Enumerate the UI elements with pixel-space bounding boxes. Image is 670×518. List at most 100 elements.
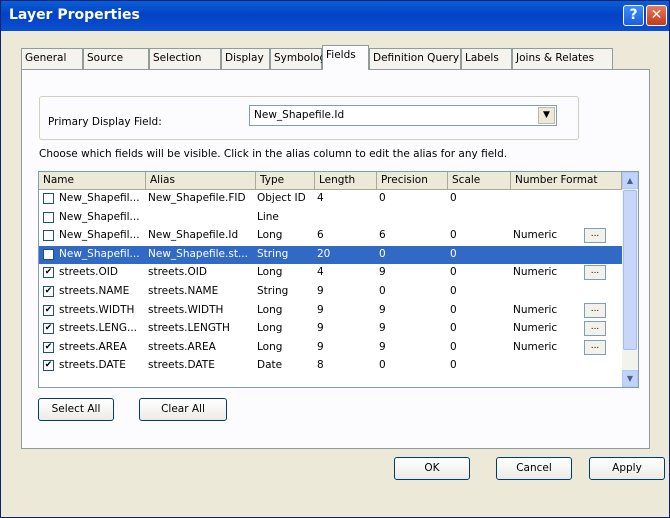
scroll-down-icon[interactable]: ▼ [622,370,638,387]
cell-type: Long [257,266,283,279]
visible-checkbox[interactable] [43,248,54,260]
table-row[interactable]: ✔ streets.LENG... streets.LENGTH Long 9 9 0 Num… [39,320,622,338]
cell-precision: 9 [379,266,386,279]
tab-source[interactable]: Source [83,48,149,69]
cell-format: Numeric [513,266,558,279]
table-row[interactable]: ✔ streets.AREA streets.AREA Long 9 9 0 Numeric.… [39,339,622,357]
tab-joins-relates[interactable]: Joins & Relates [512,48,613,69]
cell-length: 9 [317,303,324,316]
visible-checkbox[interactable]: ✔ [43,360,54,372]
scroll-thumb[interactable] [623,190,637,350]
column-header-alias[interactable]: Alias [146,172,256,189]
tab-selection[interactable]: Selection [149,48,221,69]
cell-alias[interactable]: streets.AREA [148,341,255,353]
cell-format: Numeric [513,340,558,353]
tab-symbology[interactable]: Symbology [270,48,332,69]
cell-precision: 0 [379,247,386,260]
table-row[interactable]: ✔ streets.NAME streets.NAME String 9 0 0 [39,283,622,301]
cell-precision: 0 [379,359,386,372]
scroll-up-icon[interactable]: ▲ [622,172,638,189]
cell-scale: 0 [450,192,457,204]
number-format-button[interactable]: ... [584,228,606,244]
tab-definition-query[interactable]: Definition Query [369,48,461,69]
cell-alias[interactable]: streets.LENGTH [148,322,255,334]
column-header-precision[interactable]: Precision [377,172,448,189]
primary-display-field-value: New_Shapefile.Id [254,109,345,121]
tab-display[interactable]: Display [221,48,270,69]
title-bar[interactable]: Layer Properties ? ✕ [1,1,669,31]
clear-all-button[interactable]: Clear All [139,398,227,421]
close-button[interactable]: ✕ [646,5,667,26]
cell-precision: 9 [379,303,386,316]
cell-scale: 0 [450,322,457,335]
cell-precision: 9 [379,322,386,335]
primary-display-field-select[interactable]: New_Shapefile.Id ▼ [249,105,557,126]
visible-checkbox[interactable]: ✔ [43,304,54,316]
table-row[interactable]: ✔ streets.WIDTH streets.WIDTH Long 9 9 0 Numeri… [39,302,622,320]
number-format-button[interactable]: ... [584,339,606,355]
chevron-down-icon[interactable]: ▼ [538,107,555,124]
column-header-number-format[interactable]: Number Format [511,172,622,189]
cell-alias[interactable]: streets.OID [148,266,255,278]
column-header-scale[interactable]: Scale [448,172,511,189]
column-header-type[interactable]: Type [256,172,315,189]
instructions-text: Choose which fields will be visible. Cli… [39,148,508,160]
visible-checkbox[interactable] [43,230,54,242]
number-format-button[interactable]: ... [584,321,606,337]
cell-scale: 0 [450,266,457,279]
cell-length: 20 [317,247,331,260]
cell-name: streets.LENG... [59,322,138,335]
cell-name: New_Shapefil... [59,247,140,260]
column-header-length[interactable]: Length [315,172,377,189]
layer-properties-dialog: Layer Properties ? ✕ General Source Select… [0,0,670,518]
visible-checkbox[interactable]: ✔ [43,267,54,279]
table-row[interactable]: ✔ streets.DATE streets.DATE Date 8 0 0 [39,357,622,375]
tab-labels[interactable]: Labels [461,48,512,69]
select-all-button[interactable]: Select All [38,398,114,421]
help-icon: ? [629,7,638,23]
fields-table: Name Alias Type Length Precision Scale Number … [38,171,639,388]
cell-length: 9 [317,340,324,353]
visible-checkbox[interactable] [43,211,54,223]
table-row[interactable]: New_Shapefil... Line [39,209,622,227]
cancel-button[interactable]: Cancel [496,457,572,480]
cell-type: Long [257,303,283,316]
dialog-title: Layer Properties [9,7,140,23]
tab-general[interactable]: General [21,48,83,69]
cell-type: Object ID [257,192,306,204]
cell-name: New_Shapefil... [59,229,140,242]
table-row[interactable]: New_Shapefil... New_Shapefile.FID Object I… [39,190,622,208]
table-row[interactable]: New_Shapefil... New_Shapefile.Id Long 6 6 0 Nu… [39,227,622,245]
cell-alias[interactable]: streets.DATE [148,359,255,371]
cell-alias[interactable]: New_Shapefile.st... [148,248,255,260]
cell-length: 6 [317,229,324,242]
cell-alias[interactable]: New_Shapefile.Id [148,229,255,241]
table-row[interactable]: New_Shapefil... New_Shapefile.st... String… [39,245,622,264]
number-format-button[interactable]: ... [584,302,606,318]
table-row[interactable]: ✔ streets.OID streets.OID Long 4 9 0 Numeric... [39,264,622,282]
visible-checkbox[interactable]: ✔ [43,341,54,353]
vertical-scrollbar[interactable]: ▲ ▼ [622,172,638,387]
cell-type: Date [257,359,283,372]
cell-name: streets.NAME [59,285,130,297]
cell-name: New_Shapefil... [59,210,140,223]
table-header: Name Alias Type Length Precision Scale Number … [39,172,622,190]
number-format-button[interactable]: ... [584,265,606,281]
cell-format: Numeric [513,229,558,242]
column-header-name[interactable]: Name [39,172,146,189]
help-button[interactable]: ? [623,5,644,26]
cell-type: Long [257,229,283,242]
ok-button[interactable]: OK [394,457,470,480]
visible-checkbox[interactable]: ✔ [43,323,54,335]
tab-fields[interactable]: Fields [322,45,369,70]
visible-checkbox[interactable] [43,193,54,204]
cell-alias[interactable]: New_Shapefile.FID [148,192,255,204]
visible-checkbox[interactable]: ✔ [43,286,54,297]
cell-scale: 0 [450,340,457,353]
close-icon: ✕ [650,7,663,23]
cell-type: Long [257,340,283,353]
apply-button[interactable]: Apply [589,457,665,480]
cell-alias[interactable]: streets.WIDTH [148,304,255,316]
cell-scale: 0 [450,247,457,260]
cell-alias[interactable]: streets.NAME [148,285,255,297]
